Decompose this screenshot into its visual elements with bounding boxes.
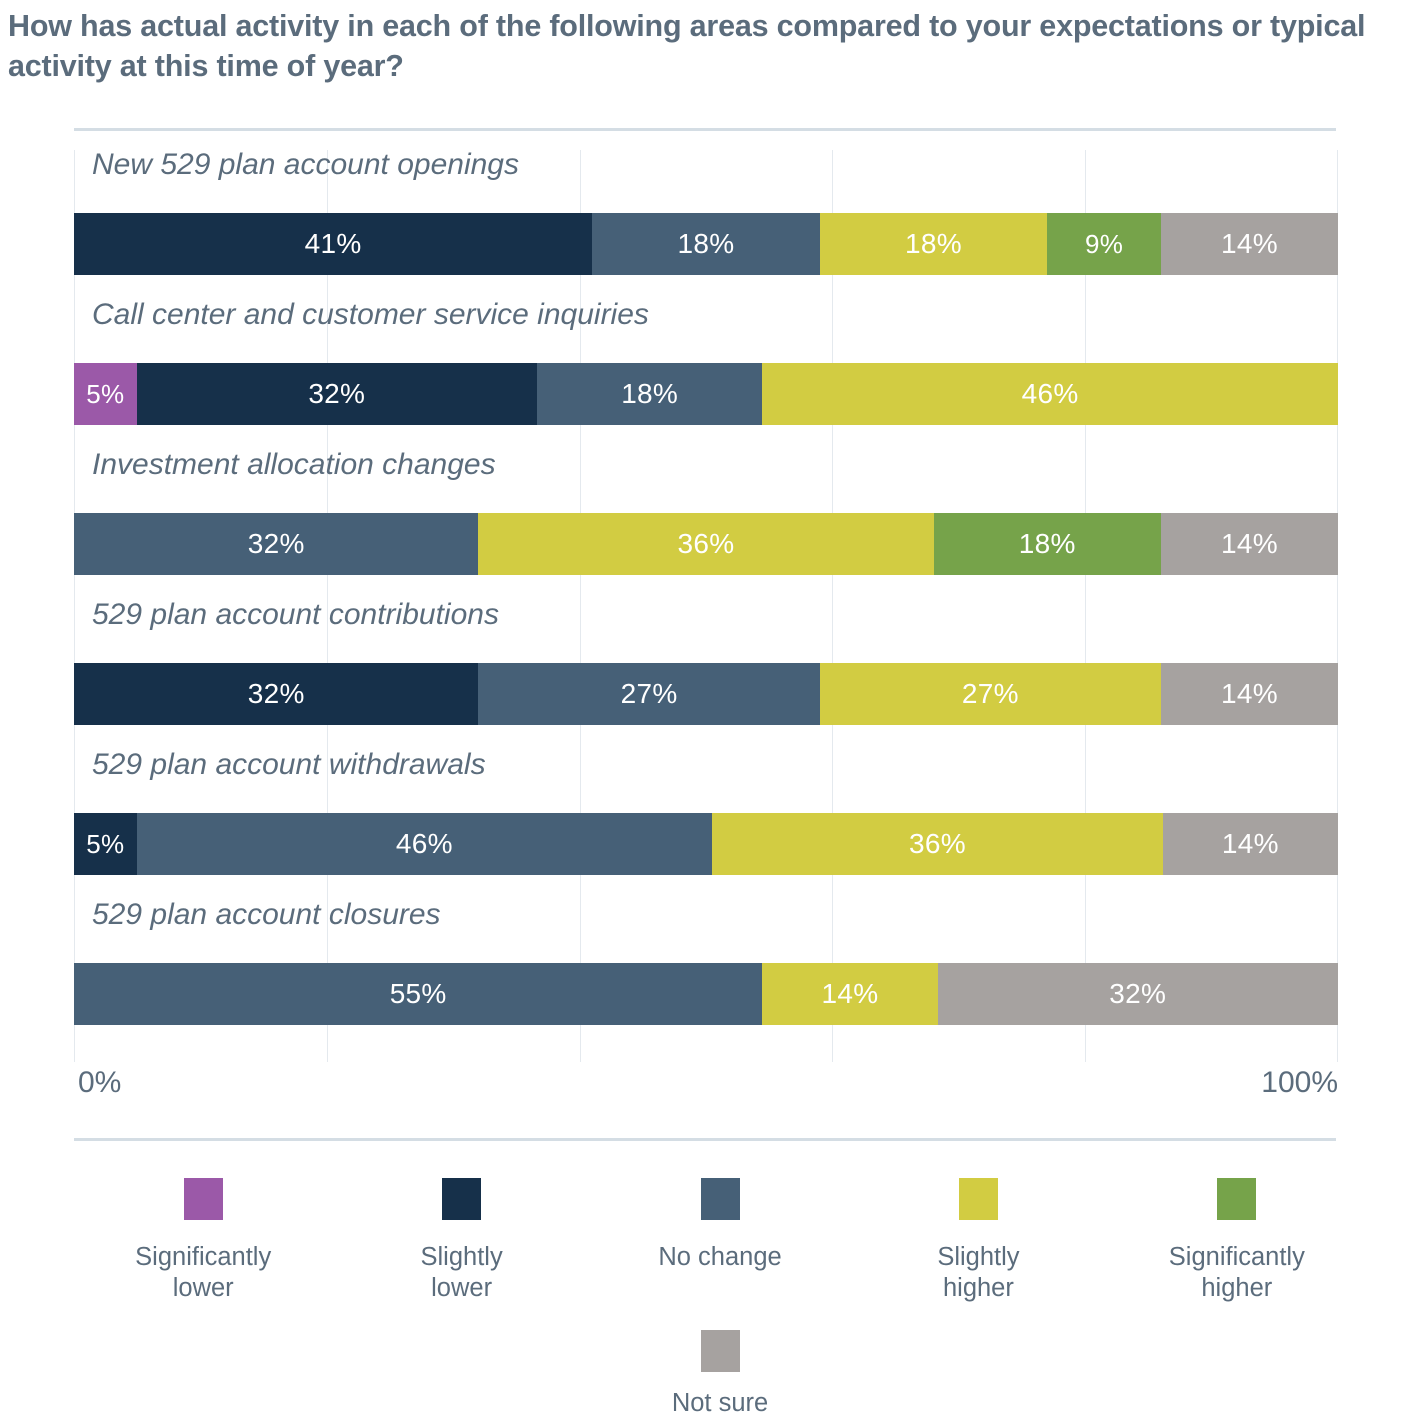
legend-label: Significantly higher <box>1168 1243 1305 1303</box>
bar-segment[interactable]: 32% <box>136 363 538 425</box>
legend-item[interactable]: No change <box>591 1178 849 1304</box>
bar-segment-value: 9% <box>1085 228 1124 259</box>
chart-row-label: Investment allocation changes <box>92 448 496 481</box>
stacked-bar: 32% 27% 27% 14% <box>74 663 1338 725</box>
bar-segment-value: 18% <box>677 228 735 259</box>
chart-row: 529 plan account contributions 32% 27% 27% 1… <box>74 600 1338 725</box>
legend-swatch <box>442 1178 482 1220</box>
bar-segment[interactable]: 18% <box>933 513 1162 575</box>
bar-segment-value: 14% <box>1221 228 1278 259</box>
bar-segment[interactable]: 9% <box>1047 213 1162 275</box>
chart-row: Investment allocation changes 32% 36% 18% 14… <box>74 450 1338 575</box>
bar-segment-value: 32% <box>1109 978 1167 1009</box>
legend-swatch <box>958 1178 998 1220</box>
legend-label-not-sure: Not sure <box>671 1389 769 1417</box>
bar-segment-value: 27% <box>620 678 678 709</box>
chart-page: How has actual activity in each of the f… <box>0 0 1420 1417</box>
legend-item[interactable]: Significantly higher <box>1108 1178 1366 1304</box>
chart-row-label: 529 plan account withdrawals <box>92 748 486 781</box>
bar-segment-value: 36% <box>677 528 735 559</box>
legend-item[interactable]: Significantly lower <box>74 1178 332 1304</box>
bar-segment-value: 41% <box>304 228 362 259</box>
bar-segment-value: 55% <box>389 978 447 1009</box>
legend-item[interactable]: Slightly higher <box>849 1178 1107 1304</box>
bar-segment[interactable]: 27% <box>478 663 820 725</box>
page-title: How has actual activity in each of the f… <box>8 9 1366 84</box>
stacked-bar: 32% 36% 18% 14% <box>74 513 1338 575</box>
bar-segment[interactable]: 32% <box>74 513 479 575</box>
bar-segment[interactable]: 14% <box>1161 213 1338 275</box>
chart-row-label: Call center and customer service inquiri… <box>92 298 649 331</box>
legend-swatch <box>183 1178 223 1220</box>
bar-segment[interactable]: 36% <box>712 813 1163 875</box>
bar-segment[interactable]: 14% <box>1162 813 1338 875</box>
legend-row-secondary: Not sure <box>74 1330 1366 1419</box>
chart-row-label: New 529 plan account openings <box>92 148 519 181</box>
legend-swatch <box>700 1178 740 1220</box>
bar-segment-value: 46% <box>395 828 453 859</box>
chart-row: 529 plan account withdrawals 5% 46% 36% 14% <box>74 750 1338 875</box>
legend-label: No change <box>658 1243 782 1271</box>
legend-swatch-not-sure <box>700 1330 740 1372</box>
bar-segment-value: 14% <box>1221 828 1279 859</box>
bar-segment[interactable]: 18% <box>537 363 763 425</box>
chart-legend: Significantly lower Slightly lower No chan… <box>74 1178 1366 1417</box>
stacked-bar: 5% 46% 36% 14% <box>74 813 1338 875</box>
axis-tick-min: 0% <box>78 1066 122 1099</box>
bar-segment-value: 32% <box>247 528 305 559</box>
bar-segment[interactable]: 18% <box>592 213 820 275</box>
bar-segment[interactable]: 41% <box>74 213 593 275</box>
bar-segment-value: 27% <box>961 678 1019 709</box>
legend-label: Slightly higher <box>937 1243 1020 1303</box>
bar-segment-value: 36% <box>909 828 966 859</box>
bar-segment-value: 5% <box>86 378 125 409</box>
bar-segment-value: 32% <box>308 378 366 409</box>
bar-segment[interactable]: 14% <box>1161 513 1338 575</box>
bar-segment[interactable]: 5% <box>74 363 137 425</box>
chart-plot-area: New 529 plan account openings 41% 18% 18% 9%… <box>74 150 1338 1062</box>
bar-segment[interactable]: 18% <box>819 213 1048 275</box>
bar-segment-value: 18% <box>621 378 679 409</box>
chart-row: 529 plan account closures 55% 14% 32% <box>74 900 1338 1025</box>
bar-segment-value: 32% <box>247 678 305 709</box>
bar-segment[interactable]: 5% <box>74 813 137 875</box>
bar-segment-value: 18% <box>905 228 962 259</box>
x-axis: 0% 100% <box>74 1062 1338 1106</box>
bar-segment[interactable]: 36% <box>478 513 934 575</box>
legend-item-not-sure[interactable]: Not sure <box>672 1330 768 1419</box>
stacked-bar: 55% 14% 32% <box>74 963 1338 1025</box>
divider-top <box>74 128 1336 131</box>
legend-swatch <box>1217 1178 1257 1220</box>
bar-segment-value: 5% <box>86 828 125 859</box>
bar-segment-value: 14% <box>1221 678 1278 709</box>
bar-segment[interactable]: 55% <box>74 963 763 1025</box>
chart-row-label: 529 plan account closures <box>92 898 441 931</box>
bar-segment-value: 14% <box>821 978 879 1009</box>
bar-segment-value: 18% <box>1018 528 1076 559</box>
stacked-bar: 5% 32% 18% 46% <box>74 363 1338 425</box>
chart-rows: New 529 plan account openings 41% 18% 18% 9%… <box>74 150 1338 1062</box>
chart-row: Call center and customer service inquiri… <box>74 300 1338 425</box>
bar-segment[interactable]: 14% <box>1161 663 1338 725</box>
legend-label: Significantly lower <box>135 1243 272 1303</box>
bar-segment[interactable]: 46% <box>136 813 713 875</box>
stacked-bar: 41% 18% 18% 9% 14% <box>74 213 1338 275</box>
chart-row: New 529 plan account openings 41% 18% 18% 9%… <box>74 150 1338 275</box>
legend-item[interactable]: Slightly lower <box>332 1178 590 1304</box>
legend-row-primary: Significantly lower Slightly lower No chan… <box>74 1178 1366 1304</box>
bar-segment[interactable]: 27% <box>819 663 1161 725</box>
legend-label: Slightly lower <box>420 1243 503 1303</box>
divider-bottom <box>74 1138 1336 1141</box>
bar-segment-value: 14% <box>1221 528 1278 559</box>
bar-segment[interactable]: 32% <box>74 663 479 725</box>
bar-segment-value: 46% <box>1021 378 1079 409</box>
axis-tick-max: 100% <box>1261 1066 1338 1099</box>
bar-segment[interactable]: 46% <box>762 363 1338 425</box>
bar-segment[interactable]: 32% <box>937 963 1338 1025</box>
bar-segment[interactable]: 14% <box>762 963 938 1025</box>
chart-row-label: 529 plan account contributions <box>92 598 499 631</box>
